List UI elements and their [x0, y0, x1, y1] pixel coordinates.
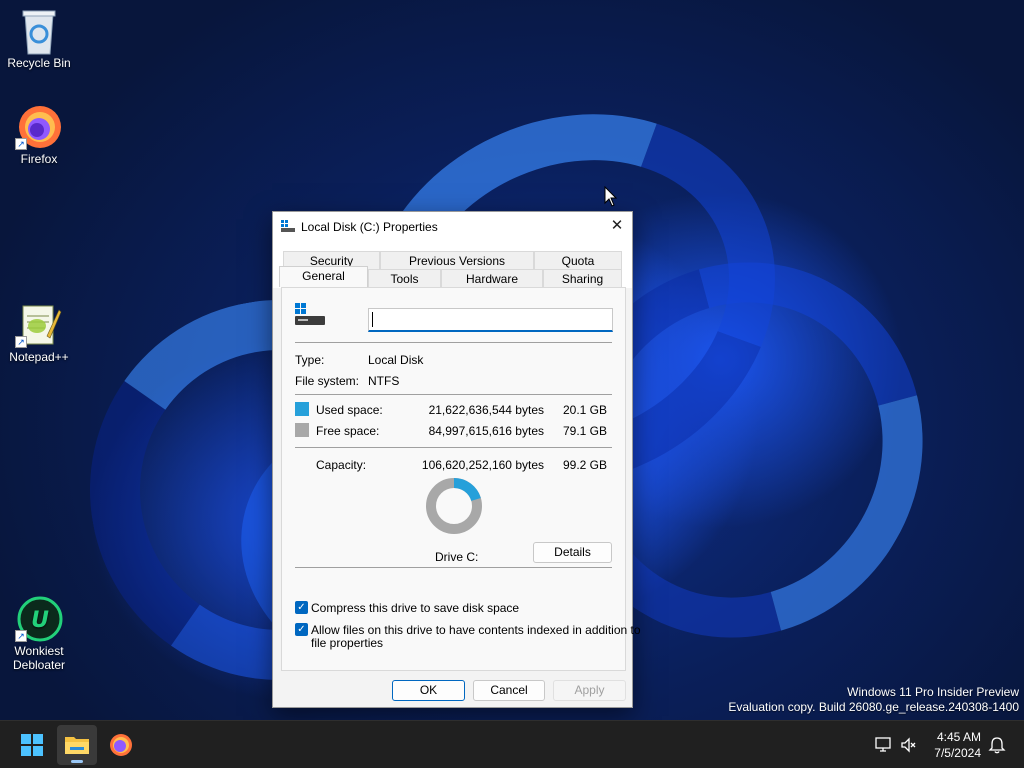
tab-previous-versions[interactable]: Previous Versions	[380, 251, 534, 269]
desktop-icon-label: Firefox	[20, 152, 58, 166]
start-icon	[21, 734, 43, 756]
divider	[295, 342, 612, 343]
divider	[295, 567, 612, 568]
desktop-icon-label-line2: Debloater	[12, 658, 66, 672]
mouse-cursor-icon	[604, 185, 618, 211]
taskbar: 4:45 AM 7/5/2024	[0, 720, 1024, 768]
disk-usage-donut-chart	[426, 478, 482, 534]
drive-icon	[281, 220, 295, 232]
start-button[interactable]	[12, 725, 52, 765]
shortcut-arrow-icon: ↗	[15, 336, 27, 348]
firefox-icon: ↗	[15, 104, 61, 150]
taskbar-clock[interactable]: 4:45 AM 7/5/2024	[934, 729, 981, 761]
used-space-swatch	[295, 402, 309, 416]
watermark-line-2: Evaluation copy. Build 26080.ge_release.…	[728, 700, 1019, 714]
watermark-line-1: Windows 11 Pro Insider Preview	[847, 685, 1019, 699]
free-space-bytes: 84,997,615,616 bytes	[428, 424, 544, 438]
firefox-icon	[110, 734, 132, 756]
wonkiest-debloater-icon: U ↗	[15, 596, 63, 642]
used-space-bytes: 21,622,636,544 bytes	[428, 403, 544, 417]
index-checkbox[interactable]: ✓	[295, 623, 308, 636]
dialog-title: Local Disk (C:) Properties	[301, 220, 438, 234]
compress-label: Compress this drive to save disk space	[311, 601, 520, 615]
network-icon[interactable]	[874, 735, 894, 755]
used-space-label: Used space:	[316, 403, 383, 417]
details-button[interactable]: Details	[533, 542, 612, 563]
close-button[interactable]: ✕	[602, 212, 632, 242]
capacity-label: Capacity:	[316, 458, 367, 472]
index-label-line2: file properties	[311, 636, 384, 650]
file-explorer-icon	[65, 737, 89, 754]
ok-button[interactable]: OK	[392, 680, 465, 701]
properties-dialog: Local Disk (C:) Properties ✕ Security Pr…	[272, 211, 641, 708]
tab-tools[interactable]: Tools	[368, 269, 441, 287]
desktop-icon-label: Recycle Bin	[7, 56, 71, 70]
apply-button[interactable]: Apply	[553, 680, 626, 701]
notepadpp-icon: ↗	[15, 302, 62, 348]
taskbar-firefox[interactable]	[101, 725, 141, 765]
tab-sharing[interactable]: Sharing	[543, 269, 622, 287]
desktop-icon-firefox[interactable]: ↗ Firefox	[1, 104, 77, 166]
svg-text:U: U	[31, 608, 49, 633]
drive-icon	[295, 303, 327, 327]
divider	[295, 394, 612, 395]
text-caret	[372, 312, 373, 327]
clock-date: 7/5/2024	[934, 746, 981, 760]
desktop-icon-label-line1: Wonkiest	[14, 644, 64, 658]
general-tab-page: Type: Local Disk File system: NTFS Used …	[281, 287, 641, 671]
clock-time: 4:45 AM	[936, 730, 981, 744]
type-value: Local Disk	[368, 353, 424, 367]
volume-muted-icon[interactable]	[899, 735, 919, 755]
compress-checkbox[interactable]: ✓	[295, 601, 308, 614]
type-label: Type:	[295, 353, 325, 367]
notification-bell-icon[interactable]	[987, 735, 1007, 755]
recycle-bin-icon	[17, 8, 61, 55]
tab-quota[interactable]: Quota	[534, 251, 622, 269]
running-indicator	[71, 760, 83, 763]
capacity-bytes: 106,620,252,160 bytes	[421, 458, 544, 472]
divider	[295, 447, 612, 448]
desktop-icon-wonkiest-debloater[interactable]: U ↗ Wonkiest Debloater	[1, 596, 77, 672]
index-label-line1: Allow files on this drive to have conten…	[311, 623, 641, 637]
used-space-gb: 20.1 GB	[562, 403, 607, 417]
desktop-icon-label: Notepad++	[9, 350, 69, 364]
tab-hardware[interactable]: Hardware	[441, 269, 543, 287]
checkmark-icon: ✓	[297, 602, 306, 613]
close-icon: ✕	[610, 217, 624, 234]
dialog-titlebar[interactable]: Local Disk (C:) Properties ✕	[273, 212, 632, 242]
tab-strip: Security Previous Versions Quota General…	[273, 242, 632, 288]
shortcut-arrow-icon: ↗	[15, 138, 27, 150]
drive-letter-label: Drive C:	[435, 550, 479, 564]
free-space-label: Free space:	[316, 424, 380, 438]
shortcut-arrow-icon: ↗	[15, 630, 27, 642]
file-system-label: File system:	[295, 374, 360, 388]
drive-name-input[interactable]	[368, 308, 613, 332]
checkmark-icon: ✓	[297, 624, 306, 635]
cancel-button[interactable]: Cancel	[473, 680, 545, 701]
taskbar-file-explorer[interactable]	[57, 725, 97, 765]
file-system-value: NTFS	[368, 374, 400, 388]
free-space-swatch	[295, 423, 309, 437]
tab-general[interactable]: General	[279, 266, 368, 287]
free-space-gb: 79.1 GB	[562, 424, 607, 438]
desktop-icon-recycle-bin[interactable]: Recycle Bin	[1, 8, 77, 70]
capacity-gb: 99.2 GB	[562, 458, 607, 472]
desktop-icon-notepadpp[interactable]: ↗ Notepad++	[1, 302, 77, 364]
windows-watermark: Windows 11 Pro Insider Preview Evaluatio…	[728, 685, 1019, 715]
